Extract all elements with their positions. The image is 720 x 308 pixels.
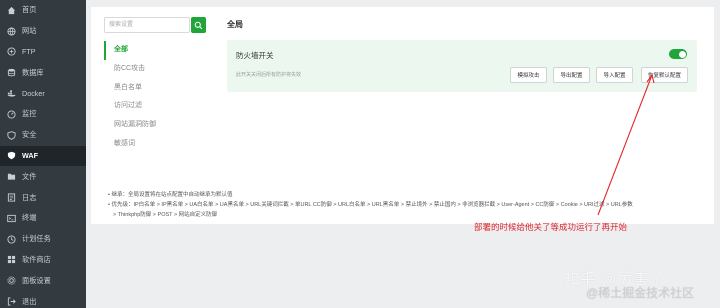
store-icon <box>7 255 16 264</box>
database-icon <box>7 68 16 77</box>
sidebar-item-security[interactable]: 安全 <box>0 125 86 146</box>
docker-icon <box>7 89 16 98</box>
restore-default-button[interactable]: 恢复默认配置 <box>641 67 688 83</box>
export-config-button[interactable]: 导出配置 <box>553 67 590 83</box>
folder-icon <box>7 172 16 181</box>
clock-icon <box>7 235 16 244</box>
sidebar-item-websites[interactable]: 网站 <box>0 21 86 42</box>
sidebar: 首页 网站 FTP 数据库 Docker 监控 安全 WAF 文件 日志 终端 <box>0 0 86 308</box>
firewall-switch-title: 防火墙开关 <box>236 51 274 60</box>
sidebar-item-label: WAF <box>22 151 38 161</box>
settings-submenu: 全部 防CC攻击 黑白名单 访问过滤 网站漏洞防御 敏感词 <box>104 41 207 154</box>
submenu-item-sensitive-words[interactable]: 敏感词 <box>104 135 207 154</box>
sidebar-item-label: 面板设置 <box>22 275 51 285</box>
simulate-attack-button[interactable]: 模拟攻击 <box>510 67 547 83</box>
sidebar-item-label: 文件 <box>22 171 37 181</box>
sidebar-item-terminal[interactable]: 终端 <box>0 208 86 229</box>
watermark-juejin: @稀土掘金技术社区 <box>586 286 695 300</box>
monitor-icon <box>7 110 16 119</box>
sidebar-item-label: 计划任务 <box>22 234 51 244</box>
submenu-item-black-white-list[interactable]: 黑白名单 <box>104 79 207 98</box>
sidebar-item-docker[interactable]: Docker <box>0 83 86 104</box>
notes: • 继承：全局设置将在站点配置中自动继承为默认值 • 优先级：IP白名单 > I… <box>108 190 708 220</box>
sidebar-item-database[interactable]: 数据库 <box>0 62 86 83</box>
sidebar-item-label: FTP <box>22 47 36 57</box>
waf-icon <box>7 151 16 160</box>
sidebar-item-logs[interactable]: 日志 <box>0 187 86 208</box>
note-priority-cont: > Thinkphp防御 > POST > 网站自定义防御 <box>113 212 218 218</box>
sidebar-item-label: 数据库 <box>22 67 44 77</box>
firewall-switch-card: 防火墙开关 此开关关闭后所有防护将失效 模拟攻击 导出配置 导入配置 恢复默认配… <box>227 40 697 92</box>
home-icon <box>7 6 16 15</box>
firewall-toggle[interactable] <box>669 49 687 59</box>
firewall-switch-description: 此开关关闭后所有防护将失效 <box>236 72 302 78</box>
sidebar-item-label: 首页 <box>22 5 37 15</box>
sidebar-item-label: 安全 <box>22 130 37 140</box>
settings-icon <box>7 276 16 285</box>
note-priority: • 优先级：IP白名单 > IP黑名单 > UA白名单 > UA黑名单 > UR… <box>108 202 633 208</box>
sidebar-item-waf[interactable]: WAF <box>0 145 86 167</box>
sidebar-item-logout[interactable]: 退出 <box>0 291 86 308</box>
ftp-icon <box>7 47 16 57</box>
watermark: 知乎 @厉害了 @稀土掘金技术社区 <box>564 268 714 308</box>
main-content: 全部 防CC攻击 黑白名单 访问过滤 网站漏洞防御 敏感词 全局 防火墙开关 此… <box>86 0 720 308</box>
submenu-item-anti-cc[interactable]: 防CC攻击 <box>104 60 207 79</box>
globe-icon <box>7 27 16 36</box>
sidebar-item-label: 日志 <box>22 192 37 202</box>
sidebar-item-panel-settings[interactable]: 面板设置 <box>0 270 86 291</box>
sidebar-item-label: Docker <box>22 89 45 99</box>
search-button[interactable] <box>191 17 206 33</box>
sidebar-item-cron[interactable]: 计划任务 <box>0 229 86 250</box>
sidebar-item-label: 退出 <box>22 296 37 306</box>
sidebar-item-ftp[interactable]: FTP <box>0 42 86 63</box>
log-icon <box>7 193 16 202</box>
search-icon <box>194 21 203 30</box>
shield-icon <box>7 130 16 140</box>
sidebar-item-files[interactable]: 文件 <box>0 166 86 187</box>
terminal-icon <box>7 214 16 223</box>
sidebar-item-label: 软件商店 <box>22 254 51 264</box>
section-title: 全局 <box>227 20 243 29</box>
sidebar-item-home[interactable]: 首页 <box>0 0 86 21</box>
submenu-item-access-filter[interactable]: 访问过滤 <box>104 97 207 116</box>
annotation-text: 部署的时候给他关了等成功运行了再开始 <box>474 222 628 232</box>
submenu-item-all[interactable]: 全部 <box>104 41 207 60</box>
import-config-button[interactable]: 导入配置 <box>596 67 633 83</box>
logout-icon <box>7 297 16 306</box>
sidebar-item-store[interactable]: 软件商店 <box>0 250 86 271</box>
note-inherit: • 继承：全局设置将在站点配置中自动继承为默认值 <box>108 192 233 198</box>
settings-search-input[interactable] <box>104 17 190 33</box>
sidebar-item-monitor[interactable]: 监控 <box>0 104 86 125</box>
sidebar-item-label: 终端 <box>22 213 37 223</box>
toggle-knob <box>678 50 686 58</box>
submenu-item-vuln-defense[interactable]: 网站漏洞防御 <box>104 116 207 135</box>
waf-settings-panel: 全部 防CC攻击 黑白名单 访问过滤 网站漏洞防御 敏感词 全局 防火墙开关 此… <box>91 7 714 224</box>
sidebar-item-label: 监控 <box>22 109 37 119</box>
sidebar-item-label: 网站 <box>22 26 37 36</box>
